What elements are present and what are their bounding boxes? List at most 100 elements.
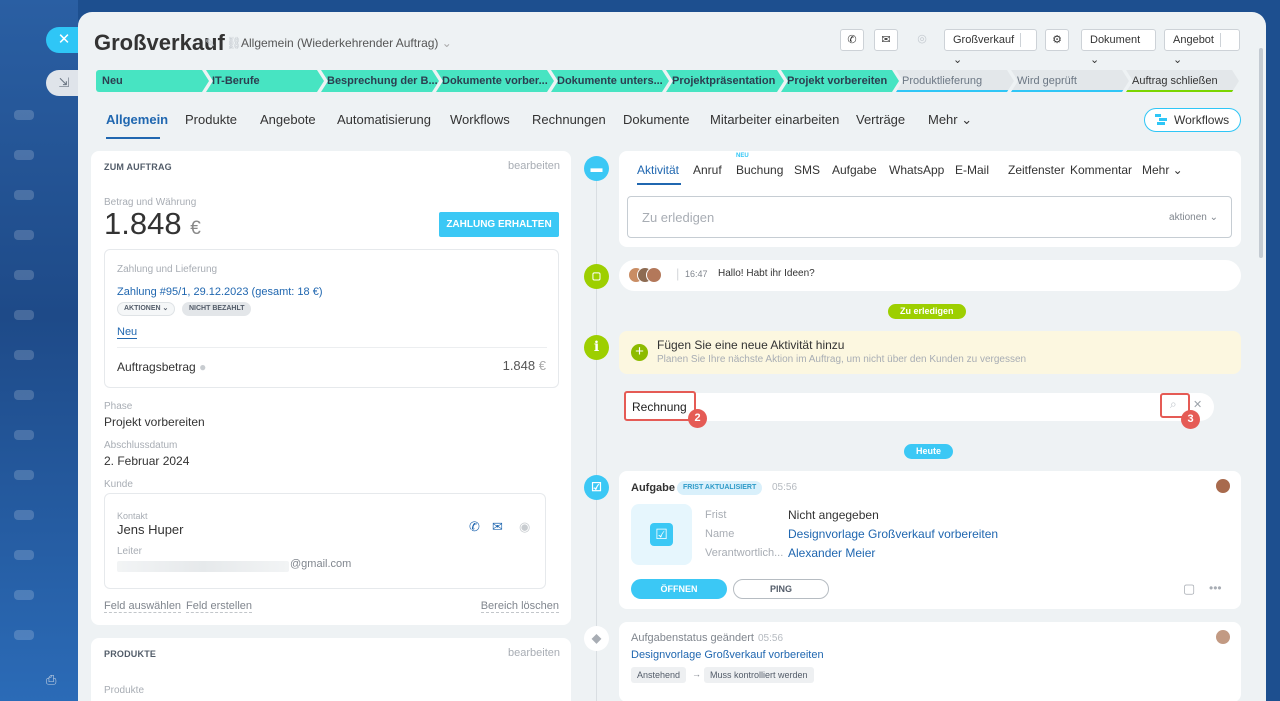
note-icon[interactable]: ▢ (1183, 581, 1195, 597)
chat-text: Hallo! Habt ihr Ideen? (718, 268, 815, 279)
more-icon[interactable]: ••• (1209, 581, 1222, 595)
search-icon[interactable]: ◎ (910, 29, 934, 51)
products-card: PRODUKTE bearbeiten Produkte (91, 638, 571, 701)
contact-phone-icon[interactable]: ✆ (469, 519, 480, 535)
stage-neu[interactable]: Neu (96, 70, 209, 92)
tag-icon: ◆ (584, 626, 609, 651)
todo-input[interactable]: Zu erledigen aktionen ⌄ (627, 196, 1232, 238)
mail-icon[interactable]: ✉ (874, 29, 898, 51)
payment-box: Zahlung und Lieferung Zahlung #95/1, 29.… (104, 249, 559, 388)
order-card-heading: ZUM AUFTRAG (104, 162, 172, 172)
search-input[interactable]: Rechnung (624, 391, 696, 421)
responsible-link[interactable]: Alexander Meier (788, 546, 875, 560)
products-card-edit-link[interactable]: bearbeiten (508, 647, 560, 659)
manager-label: Leiter (117, 546, 143, 557)
ping-button[interactable]: PING (733, 579, 829, 599)
stage-projekt-vorbereiten[interactable]: Projekt vorbereiten (781, 70, 899, 92)
create-field-link[interactable]: Feld erstellen (186, 600, 253, 613)
task-illustration: ☑ (631, 504, 692, 565)
responsible-label: Verantwortlich... (705, 547, 784, 559)
email-domain[interactable]: @gmail.com (290, 558, 351, 570)
gear-icon[interactable]: ⚙ (1045, 29, 1069, 51)
scrollbar[interactable] (1259, 48, 1263, 258)
stage-projektpraesentation[interactable]: Projektpräsentation (666, 70, 784, 92)
task-icon: ☑ (650, 523, 673, 546)
stage-dokumente-vorbereiten[interactable]: Dokumente vorber... (436, 70, 554, 92)
deadline-label: Frist (705, 509, 727, 521)
tab-aktivitaet[interactable]: Aktivität (637, 163, 679, 177)
pipeline-selector[interactable]: Allgemein (Wiederkehrender Auftrag) ⌄ (241, 36, 452, 50)
payment-link[interactable]: Zahlung #95/1, 29.12.2023 (gesamt: 18 €) (117, 286, 322, 298)
tab-produkte[interactable]: Produkte (185, 112, 237, 127)
tab-zeitfenster[interactable]: Zeitfenster (1008, 163, 1065, 177)
close-date-value: 2. Februar 2024 (104, 454, 190, 468)
tab-mehr[interactable]: Mehr ⌄ (928, 112, 972, 128)
stage-wird-geprueft[interactable]: Wird geprüft (1011, 70, 1129, 92)
clear-section-link[interactable]: Bereich löschen (480, 600, 559, 613)
receive-payment-button[interactable]: ZAHLUNG ERHALTEN (439, 212, 559, 237)
select-field-link[interactable]: Feld auswählen (104, 600, 182, 613)
stage-it-berufe[interactable]: IT-Berufe (206, 70, 324, 92)
order-card-edit-link[interactable]: bearbeiten (508, 160, 560, 172)
new-payment-link[interactable]: Neu (117, 326, 138, 339)
todo-badge: Zu erledigen (888, 304, 966, 319)
avatar (646, 267, 662, 283)
close-slider-button[interactable]: ✕ (46, 27, 78, 53)
workflow-icon (1155, 114, 1167, 125)
contact-chat-icon[interactable]: ◉ (519, 519, 530, 535)
today-badge: Heute (904, 444, 954, 459)
print-icon[interactable]: ⎙ (46, 672, 56, 688)
document-select[interactable]: Dokument ⌄ (1081, 29, 1156, 66)
tab-aufgabe[interactable]: Aufgabe (832, 163, 877, 177)
marker-2: 2 (688, 409, 707, 428)
blurred-email (117, 561, 289, 572)
avatar (1215, 629, 1231, 645)
minimize-slider-button[interactable]: ⇲ (46, 70, 78, 96)
status-task-link[interactable]: Designvorlage Großverkauf vorbereiten (631, 649, 824, 661)
phone-icon[interactable]: ✆ (840, 29, 864, 51)
tab-sms[interactable]: SMS (794, 163, 820, 177)
task-title: Aufgabe (631, 482, 675, 494)
tab-kommentar[interactable]: Kommentar (1070, 163, 1132, 177)
actions-pill[interactable]: AKTIONEN ⌄ (117, 302, 176, 316)
tab-angebote[interactable]: Angebote (260, 112, 316, 127)
offer-select[interactable]: Angebot⌄ (1164, 29, 1240, 66)
tab-automatisierung[interactable]: Automatisierung (337, 112, 431, 127)
order-total-label: Auftragsbetrag ● (117, 360, 207, 374)
edit-title-icon[interactable]: ✎ ⛓ (205, 36, 246, 50)
deadline-updated-badge: FRIST AKTUALISIERT (677, 481, 763, 495)
task-card: Aufgabe FRIST AKTUALISIERT 05:56 ☑ Frist… (619, 471, 1241, 609)
tab-email[interactable]: E-Mail (955, 163, 989, 177)
tab-workflows[interactable]: Workflows (450, 112, 510, 127)
tab-dokumente[interactable]: Dokumente (623, 112, 689, 127)
customer-label: Kunde (104, 479, 133, 490)
stage-dokumente-untersuchen[interactable]: Dokumente unters... (551, 70, 669, 92)
workflows-button[interactable]: Workflows (1144, 108, 1241, 132)
tab-mitarbeiter-einarbeiten[interactable]: Mitarbeiter einarbeiten (710, 112, 839, 127)
amount-value: 1.848 € (104, 206, 201, 241)
add-activity-card[interactable]: + Fügen Sie eine neue Aktivität hinzu Pl… (619, 331, 1241, 374)
task-name-link[interactable]: Designvorlage Großverkauf vorbereiten (788, 527, 998, 541)
stage-produktlieferung[interactable]: Produktlieferung (896, 70, 1014, 92)
close-icon[interactable]: ✕ (1193, 398, 1202, 411)
background-strip (0, 0, 78, 701)
todo-actions-select[interactable]: aktionen ⌄ (1169, 212, 1218, 223)
preset-select[interactable]: Großverkauf⌄ (944, 29, 1037, 66)
stage-besprechung[interactable]: Besprechung der B... (321, 70, 439, 92)
tab-whatsapp[interactable]: WhatsApp (889, 163, 944, 177)
chat-row[interactable]: | 16:47 Hallo! Habt ihr Ideen? (619, 260, 1241, 291)
contact-mail-icon[interactable]: ✉ (492, 519, 503, 535)
tab-vertraege[interactable]: Verträge (856, 112, 905, 127)
status-title: Aufgabenstatus geändert (631, 632, 754, 644)
tab-anruf[interactable]: Anruf (693, 163, 722, 177)
tab-allgemein[interactable]: Allgemein (106, 112, 168, 127)
activity-tab-indicator (637, 183, 681, 185)
stage-auftrag-schliessen[interactable]: Auftrag schließen (1126, 70, 1239, 92)
open-button[interactable]: ÖFFNEN (631, 579, 727, 599)
tab-buchung[interactable]: Buchung (736, 163, 783, 177)
chat-time: 16:47 (685, 269, 708, 279)
tab-mehr-activity[interactable]: Mehr ⌄ (1142, 163, 1183, 177)
tab-rechnungen[interactable]: Rechnungen (532, 112, 606, 127)
contact-name[interactable]: Jens Huper (117, 522, 183, 537)
status-card: Aufgabenstatus geändert 05:56 Designvorl… (619, 622, 1241, 701)
